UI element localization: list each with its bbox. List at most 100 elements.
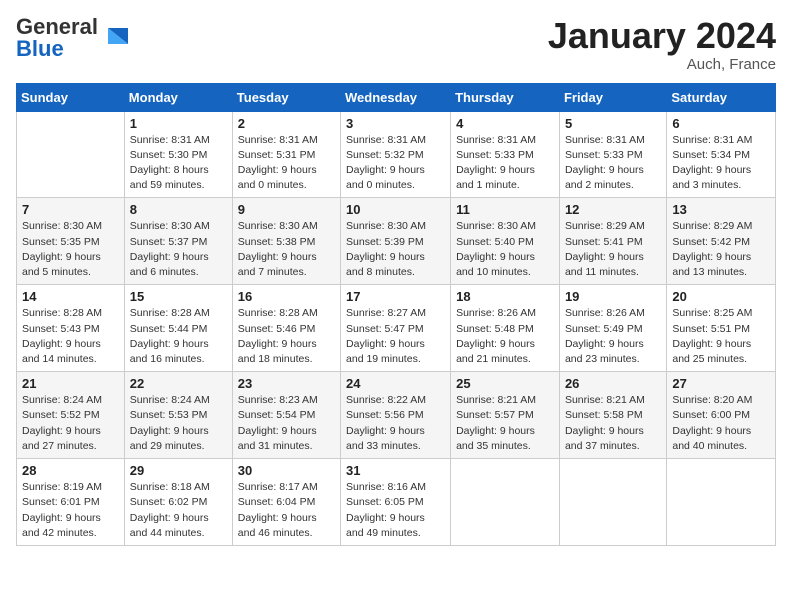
day-number: 30 xyxy=(238,463,335,478)
week-row-4: 21 Sunrise: 8:24 AM Sunset: 5:52 PM Dayli… xyxy=(17,372,776,459)
day-cell: 19 Sunrise: 8:26 AM Sunset: 5:49 PM Dayli… xyxy=(559,285,666,372)
title-area: January 2024 Auch, France xyxy=(548,16,776,73)
day-number: 15 xyxy=(130,289,227,304)
day-cell: 3 Sunrise: 8:31 AM Sunset: 5:32 PM Daylig… xyxy=(341,111,451,198)
day-cell: 28 Sunrise: 8:19 AM Sunset: 6:01 PM Dayli… xyxy=(17,459,125,546)
day-number: 4 xyxy=(456,116,554,131)
logo-blue: Blue xyxy=(16,36,64,61)
day-cell: 30 Sunrise: 8:17 AM Sunset: 6:04 PM Dayli… xyxy=(232,459,340,546)
location-subtitle: Auch, France xyxy=(548,56,776,73)
day-number: 18 xyxy=(456,289,554,304)
day-info: Sunrise: 8:31 AM Sunset: 5:33 PM Dayligh… xyxy=(565,133,661,194)
page: General Blue January 2024 Auch, France S… xyxy=(0,0,792,556)
weekday-header-sunday: Sunday xyxy=(17,83,125,111)
day-cell: 5 Sunrise: 8:31 AM Sunset: 5:33 PM Daylig… xyxy=(559,111,666,198)
day-cell: 11 Sunrise: 8:30 AM Sunset: 5:40 PM Dayli… xyxy=(451,198,560,285)
day-number: 14 xyxy=(22,289,119,304)
weekday-header-row: SundayMondayTuesdayWednesdayThursdayFrid… xyxy=(17,83,776,111)
day-info: Sunrise: 8:30 AM Sunset: 5:40 PM Dayligh… xyxy=(456,219,554,280)
day-cell: 9Sunrise: 8:30 AM Sunset: 5:38 PM Daylig… xyxy=(232,198,340,285)
weekday-header-monday: Monday xyxy=(124,83,232,111)
day-number: 24 xyxy=(346,376,445,391)
week-row-3: 14 Sunrise: 8:28 AM Sunset: 5:43 PM Dayli… xyxy=(17,285,776,372)
day-cell: 18 Sunrise: 8:26 AM Sunset: 5:48 PM Dayli… xyxy=(451,285,560,372)
day-cell: 23 Sunrise: 8:23 AM Sunset: 5:54 PM Dayli… xyxy=(232,372,340,459)
day-cell xyxy=(667,459,776,546)
day-info: Sunrise: 8:19 AM Sunset: 6:01 PM Dayligh… xyxy=(22,480,119,541)
day-number: 29 xyxy=(130,463,227,478)
day-info: Sunrise: 8:22 AM Sunset: 5:56 PM Dayligh… xyxy=(346,393,445,454)
weekday-header-thursday: Thursday xyxy=(451,83,560,111)
day-info: Sunrise: 8:25 AM Sunset: 5:51 PM Dayligh… xyxy=(672,306,770,367)
header: General Blue January 2024 Auch, France xyxy=(16,16,776,73)
day-info: Sunrise: 8:30 AM Sunset: 5:35 PM Dayligh… xyxy=(22,219,119,280)
day-cell: 20Sunrise: 8:25 AM Sunset: 5:51 PM Dayli… xyxy=(667,285,776,372)
day-info: Sunrise: 8:30 AM Sunset: 5:37 PM Dayligh… xyxy=(130,219,227,280)
day-info: Sunrise: 8:30 AM Sunset: 5:38 PM Dayligh… xyxy=(238,219,335,280)
weekday-header-tuesday: Tuesday xyxy=(232,83,340,111)
day-cell: 24 Sunrise: 8:22 AM Sunset: 5:56 PM Dayli… xyxy=(341,372,451,459)
day-number: 19 xyxy=(565,289,661,304)
day-cell: 29 Sunrise: 8:18 AM Sunset: 6:02 PM Dayli… xyxy=(124,459,232,546)
day-cell: 31Sunrise: 8:16 AM Sunset: 6:05 PM Dayli… xyxy=(341,459,451,546)
day-number: 27 xyxy=(672,376,770,391)
day-info: Sunrise: 8:30 AM Sunset: 5:39 PM Dayligh… xyxy=(346,219,445,280)
day-info: Sunrise: 8:28 AM Sunset: 5:43 PM Dayligh… xyxy=(22,306,119,367)
day-info: Sunrise: 8:31 AM Sunset: 5:31 PM Dayligh… xyxy=(238,133,335,194)
day-info: Sunrise: 8:29 AM Sunset: 5:42 PM Dayligh… xyxy=(672,219,770,280)
day-cell: 15 Sunrise: 8:28 AM Sunset: 5:44 PM Dayli… xyxy=(124,285,232,372)
day-cell xyxy=(17,111,125,198)
day-cell: 6Sunrise: 8:31 AM Sunset: 5:34 PM Daylig… xyxy=(667,111,776,198)
week-row-5: 28 Sunrise: 8:19 AM Sunset: 6:01 PM Dayli… xyxy=(17,459,776,546)
day-info: Sunrise: 8:31 AM Sunset: 5:34 PM Dayligh… xyxy=(672,133,770,194)
month-title: January 2024 xyxy=(548,16,776,56)
day-number: 13 xyxy=(672,202,770,217)
day-info: Sunrise: 8:27 AM Sunset: 5:47 PM Dayligh… xyxy=(346,306,445,367)
day-cell xyxy=(559,459,666,546)
weekday-header-wednesday: Wednesday xyxy=(341,83,451,111)
day-info: Sunrise: 8:26 AM Sunset: 5:49 PM Dayligh… xyxy=(565,306,661,367)
day-number: 2 xyxy=(238,116,335,131)
week-row-1: 1Sunrise: 8:31 AM Sunset: 5:30 PM Daylig… xyxy=(17,111,776,198)
day-number: 5 xyxy=(565,116,661,131)
day-number: 3 xyxy=(346,116,445,131)
day-cell: 1Sunrise: 8:31 AM Sunset: 5:30 PM Daylig… xyxy=(124,111,232,198)
day-number: 16 xyxy=(238,289,335,304)
day-info: Sunrise: 8:28 AM Sunset: 5:44 PM Dayligh… xyxy=(130,306,227,367)
day-number: 25 xyxy=(456,376,554,391)
day-number: 11 xyxy=(456,202,554,217)
calendar-table: SundayMondayTuesdayWednesdayThursdayFrid… xyxy=(16,83,776,546)
weekday-header-saturday: Saturday xyxy=(667,83,776,111)
day-info: Sunrise: 8:23 AM Sunset: 5:54 PM Dayligh… xyxy=(238,393,335,454)
day-info: Sunrise: 8:24 AM Sunset: 5:52 PM Dayligh… xyxy=(22,393,119,454)
day-number: 21 xyxy=(22,376,119,391)
day-number: 8 xyxy=(130,202,227,217)
day-info: Sunrise: 8:20 AM Sunset: 6:00 PM Dayligh… xyxy=(672,393,770,454)
day-number: 31 xyxy=(346,463,445,478)
day-cell: 4Sunrise: 8:31 AM Sunset: 5:33 PM Daylig… xyxy=(451,111,560,198)
day-info: Sunrise: 8:29 AM Sunset: 5:41 PM Dayligh… xyxy=(565,219,661,280)
logo-icon xyxy=(100,24,128,52)
day-cell: 26 Sunrise: 8:21 AM Sunset: 5:58 PM Dayli… xyxy=(559,372,666,459)
day-number: 26 xyxy=(565,376,661,391)
day-cell: 22Sunrise: 8:24 AM Sunset: 5:53 PM Dayli… xyxy=(124,372,232,459)
day-cell: 17 Sunrise: 8:27 AM Sunset: 5:47 PM Dayli… xyxy=(341,285,451,372)
day-number: 22 xyxy=(130,376,227,391)
day-cell: 27 Sunrise: 8:20 AM Sunset: 6:00 PM Dayli… xyxy=(667,372,776,459)
day-info: Sunrise: 8:21 AM Sunset: 5:58 PM Dayligh… xyxy=(565,393,661,454)
day-cell: 10 Sunrise: 8:30 AM Sunset: 5:39 PM Dayli… xyxy=(341,198,451,285)
day-info: Sunrise: 8:26 AM Sunset: 5:48 PM Dayligh… xyxy=(456,306,554,367)
day-number: 17 xyxy=(346,289,445,304)
day-number: 28 xyxy=(22,463,119,478)
day-number: 10 xyxy=(346,202,445,217)
day-number: 1 xyxy=(130,116,227,131)
day-number: 23 xyxy=(238,376,335,391)
day-info: Sunrise: 8:17 AM Sunset: 6:04 PM Dayligh… xyxy=(238,480,335,541)
day-info: Sunrise: 8:18 AM Sunset: 6:02 PM Dayligh… xyxy=(130,480,227,541)
week-row-2: 7Sunrise: 8:30 AM Sunset: 5:35 PM Daylig… xyxy=(17,198,776,285)
day-info: Sunrise: 8:31 AM Sunset: 5:32 PM Dayligh… xyxy=(346,133,445,194)
day-cell: 16Sunrise: 8:28 AM Sunset: 5:46 PM Dayli… xyxy=(232,285,340,372)
day-cell: 2 Sunrise: 8:31 AM Sunset: 5:31 PM Daylig… xyxy=(232,111,340,198)
day-cell: 14 Sunrise: 8:28 AM Sunset: 5:43 PM Dayli… xyxy=(17,285,125,372)
day-cell: 7Sunrise: 8:30 AM Sunset: 5:35 PM Daylig… xyxy=(17,198,125,285)
